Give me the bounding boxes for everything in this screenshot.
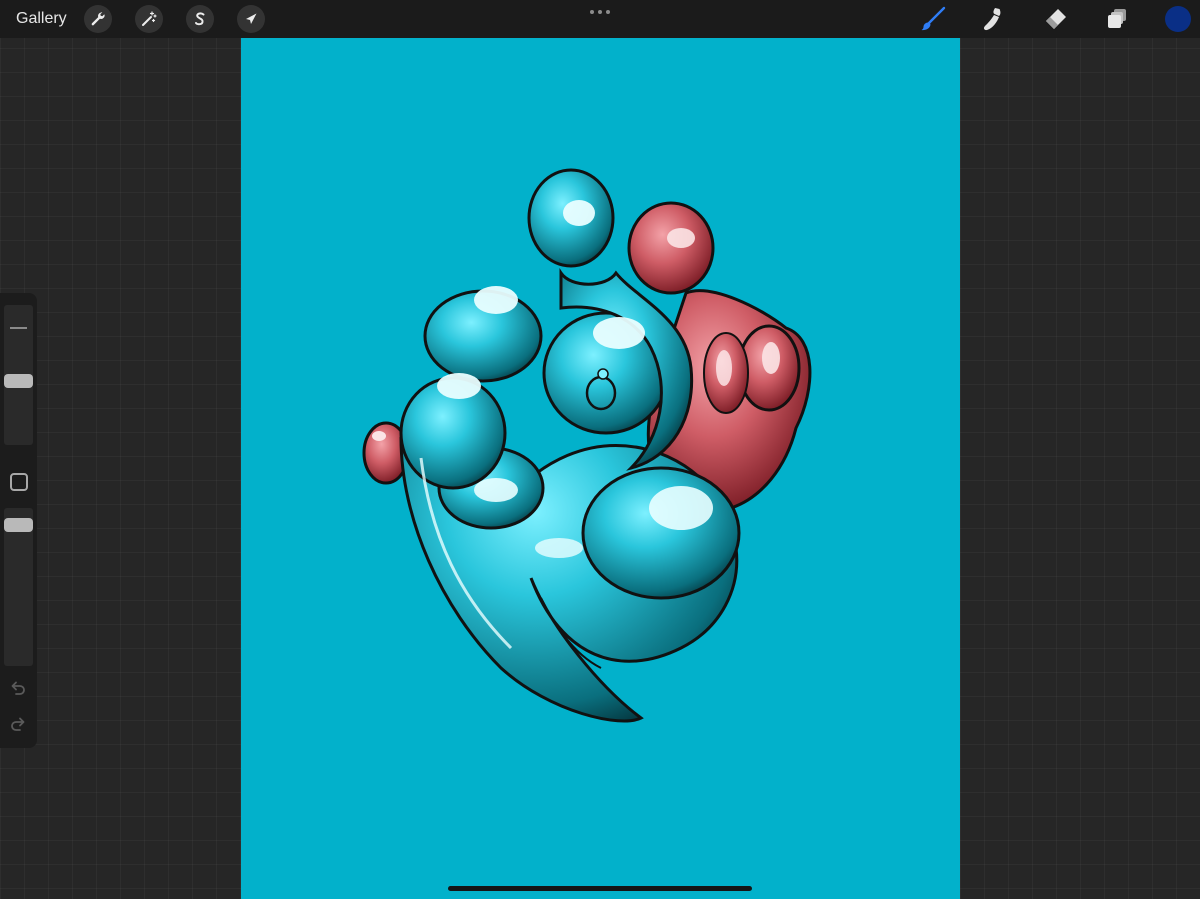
color-picker-button[interactable]: [1165, 6, 1191, 32]
procreate-app: Gallery: [0, 0, 1200, 899]
selection-button[interactable]: [186, 5, 214, 33]
more-options-button[interactable]: [590, 8, 610, 16]
dot: [590, 10, 594, 14]
wrench-icon: [91, 12, 105, 26]
paint-tool-button[interactable]: [919, 5, 947, 33]
brush-size-slider-thumb[interactable]: [4, 374, 33, 388]
dot: [598, 10, 602, 14]
smudge-tool-button[interactable]: [979, 5, 1007, 33]
home-indicator: [448, 886, 752, 891]
undo-icon[interactable]: [9, 679, 27, 697]
magic-wand-icon: [142, 11, 157, 26]
selection-icon: [195, 12, 205, 26]
dot: [606, 10, 610, 14]
opacity-slider-thumb[interactable]: [4, 518, 33, 532]
drawing-canvas[interactable]: [241, 38, 960, 899]
brush-icon: [921, 6, 946, 31]
eraser-icon: [1046, 9, 1066, 29]
layers-button[interactable]: [1103, 5, 1131, 33]
adjustments-button[interactable]: [135, 5, 163, 33]
actions-button[interactable]: [84, 5, 112, 33]
artwork-illustration: [362, 168, 812, 723]
transform-button[interactable]: [237, 5, 265, 33]
transform-arrow-icon: [246, 13, 257, 24]
gallery-button[interactable]: Gallery: [16, 9, 67, 29]
layers-icon: [1108, 9, 1126, 28]
redo-icon[interactable]: [9, 715, 27, 733]
erase-tool-button[interactable]: [1041, 5, 1069, 33]
top-toolbar: Gallery: [0, 0, 1200, 38]
modify-button[interactable]: [10, 473, 28, 491]
left-sidebar: [0, 293, 37, 748]
size-preview-mark: [10, 327, 27, 329]
smudge-icon: [983, 8, 1001, 31]
